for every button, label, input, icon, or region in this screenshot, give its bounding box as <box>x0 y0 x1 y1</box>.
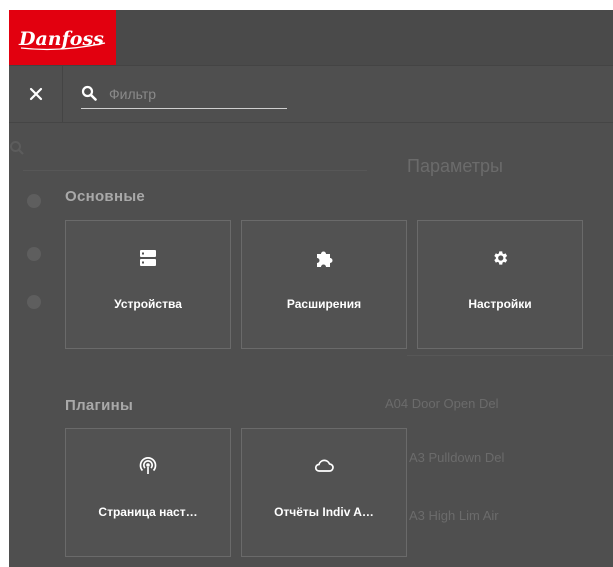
tile-settings[interactable]: Настройки <box>417 220 583 349</box>
background-status-dot <box>27 247 41 261</box>
tile-label: Расширения <box>286 297 362 311</box>
devices-icon <box>140 250 156 266</box>
tile-devices[interactable]: Устройства <box>65 220 231 349</box>
broadcast-icon <box>139 457 157 474</box>
cloud-icon <box>314 459 334 472</box>
close-button[interactable] <box>9 66 63 122</box>
search-input[interactable] <box>109 84 284 104</box>
menu-header <box>9 66 613 123</box>
background-item: A3 Pulldown Del <box>409 450 505 465</box>
background-page-title: Параметры <box>407 156 503 176</box>
tile-label: Отчёты Indiv A… <box>274 505 374 519</box>
tile-label: Устройства <box>114 297 182 311</box>
tile-label: Страница наст… <box>98 505 198 519</box>
background-divider <box>407 355 613 356</box>
danfoss-logo-mark: Danfoss <box>18 28 105 50</box>
tile-plugin-settings-page[interactable]: Страница наст… <box>65 428 231 557</box>
close-icon <box>29 87 42 101</box>
app-window: Danfoss Параметры A04 Door Open <box>9 10 613 567</box>
gear-icon <box>494 251 508 265</box>
tile-plugin-reports[interactable]: Отчёты Indiv A… <box>241 428 407 557</box>
top-bar: Danfoss <box>9 10 613 66</box>
background-divider <box>23 170 367 171</box>
background-search-icon <box>9 140 25 161</box>
tile-extensions[interactable]: Расширения <box>241 220 407 349</box>
puzzle-icon <box>317 251 333 267</box>
svg-text:Danfoss: Danfoss <box>18 28 104 50</box>
tile-label: Настройки <box>468 297 532 311</box>
background-status-dot <box>27 295 41 309</box>
background-status-dot <box>27 194 41 208</box>
section-title-main: Основные <box>65 188 146 205</box>
danfoss-logo[interactable]: Danfoss <box>9 10 116 65</box>
background-item: A3 High Lim Air <box>409 508 499 523</box>
search-icon <box>81 85 97 101</box>
search-field[interactable] <box>81 80 287 109</box>
background-item: A04 Door Open Del <box>385 396 499 411</box>
section-title-plugins: Плагины <box>65 397 134 414</box>
